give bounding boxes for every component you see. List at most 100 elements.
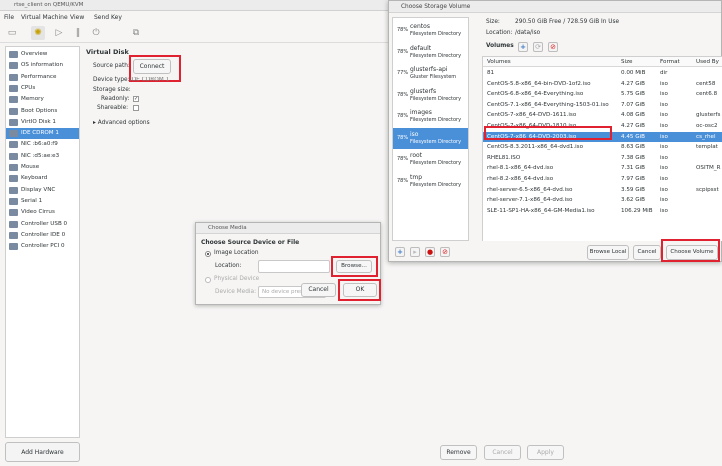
table-row[interactable]: CentOS-7-x86_64-DVD-1611.iso 4.08 GiB iso g… bbox=[483, 110, 722, 121]
storage-pool-list: 78% centos Filesystem Directory 78% default F… bbox=[392, 17, 469, 241]
storage-pool-item[interactable]: 78% centos Filesystem Directory bbox=[393, 20, 468, 42]
pool-type: Filesystem Directory bbox=[410, 117, 462, 123]
pool-usage: 77% bbox=[397, 70, 409, 76]
add-volume-icon[interactable]: + bbox=[518, 42, 528, 52]
pause-icon[interactable]: ‖ bbox=[71, 26, 85, 40]
fullscreen-icon[interactable]: ⧉ bbox=[129, 26, 143, 40]
sidebar-item-label: Display VNC bbox=[21, 186, 56, 193]
column-format[interactable]: Format bbox=[660, 57, 680, 67]
remove-button[interactable]: Remove bbox=[440, 445, 477, 460]
power-icon[interactable]: ⏻ bbox=[89, 26, 103, 40]
table-cell: rhel-8.2-x86_64-dvd.iso bbox=[487, 176, 554, 182]
storage-pool-item[interactable]: 78% default Filesystem Directory bbox=[393, 42, 468, 64]
table-cell: 5.75 GiB bbox=[621, 91, 645, 98]
sidebar-item[interactable]: Overview bbox=[6, 49, 79, 60]
lightbulb-icon[interactable]: ✺ bbox=[31, 26, 45, 40]
table-cell: iso bbox=[660, 91, 668, 98]
sidebar-item[interactable]: Display VNC bbox=[6, 185, 79, 196]
table-row[interactable]: rhel-8.2-x86_64-dvd.iso 7.97 GiB iso bbox=[483, 174, 722, 185]
table-cell: rhel-server-6.5-x86_64-dvd.iso bbox=[487, 186, 573, 193]
image-location-radio[interactable] bbox=[205, 251, 211, 257]
menu-file[interactable]: File bbox=[4, 14, 14, 21]
storage-pool-item[interactable]: 78% glusterfs Filesystem Directory bbox=[393, 85, 468, 107]
sidebar-item[interactable]: NIC :b6:a0:f9 bbox=[6, 139, 79, 150]
sidebar-item[interactable]: Performance bbox=[6, 72, 79, 83]
location-input[interactable] bbox=[258, 260, 330, 273]
shareable-checkbox[interactable] bbox=[133, 105, 139, 111]
storage-pool-item[interactable]: 78% iso Filesystem Directory bbox=[393, 127, 468, 149]
table-row[interactable]: CentOS-7.1-x86_64-Everything-1503-01.iso… bbox=[483, 100, 722, 111]
table-row[interactable]: CentOS-6.8-x86_64-Everything.iso 5.75 GiB… bbox=[483, 89, 722, 100]
location-label: Location: bbox=[215, 263, 242, 269]
sidebar-item[interactable]: NIC :d5:ae:e3 bbox=[6, 151, 79, 162]
table-row[interactable]: CentOS-5.8-x86_64-bin-DVD-1of2.iso 4.27 G… bbox=[483, 79, 722, 90]
delete-volume-icon[interactable]: ⊘ bbox=[548, 42, 558, 52]
media-cancel-button[interactable]: Cancel bbox=[301, 283, 336, 297]
storage-cancel-button[interactable]: Cancel bbox=[633, 245, 661, 260]
readonly-checkbox[interactable]: ✓ bbox=[133, 96, 139, 102]
sidebar-item[interactable]: CPUs bbox=[6, 83, 79, 94]
device-icon bbox=[9, 107, 18, 115]
storage-pool-item[interactable]: 78% images Filesystem Directory bbox=[393, 106, 468, 128]
delete-pool-icon[interactable]: ⊘ bbox=[440, 247, 450, 257]
column-used-by[interactable]: Used By bbox=[696, 57, 719, 67]
menu-virtual-machine[interactable]: Virtual Machine bbox=[21, 14, 68, 21]
advanced-options-label: Advanced options bbox=[97, 120, 150, 126]
sidebar-item[interactable]: Controller IDE 0 bbox=[6, 230, 79, 241]
table-row[interactable]: RHEL81.ISO 7.38 GiB iso bbox=[483, 153, 722, 164]
device-icon bbox=[9, 186, 18, 194]
sidebar-item[interactable]: Video Cirrus bbox=[6, 207, 79, 218]
sidebar-item[interactable]: IDE CDROM 1 bbox=[6, 128, 79, 140]
table-cell: glusterfs bbox=[696, 112, 721, 119]
table-cell: scpipsst bbox=[696, 186, 719, 193]
column-volumes[interactable]: Volumes bbox=[487, 57, 511, 67]
physical-device-radio[interactable] bbox=[205, 277, 211, 283]
pool-name: images bbox=[410, 109, 432, 116]
cancel-button[interactable]: Cancel bbox=[484, 445, 521, 460]
sidebar-item[interactable]: Memory bbox=[6, 94, 79, 105]
browse-local-button[interactable]: Browse Local bbox=[587, 245, 629, 260]
sidebar-item-label: Mouse bbox=[21, 164, 40, 170]
apply-button[interactable]: Apply bbox=[527, 445, 564, 460]
table-cell: 4.27 GiB bbox=[621, 80, 645, 87]
storage-pool-item[interactable]: 78% tmp Filesystem Directory bbox=[393, 171, 468, 193]
sidebar-item[interactable]: Keyboard bbox=[6, 173, 79, 184]
pool-name: default bbox=[410, 44, 432, 52]
table-row[interactable]: SLE-11-SP1-HA-x86_64-GM-Media1.iso 106.29… bbox=[483, 206, 722, 217]
start-pool-icon[interactable]: ▸ bbox=[410, 247, 420, 257]
media-dialog-title: Choose Media bbox=[196, 223, 380, 234]
pool-name: glusterfs bbox=[410, 87, 437, 95]
table-row[interactable]: rhel-8.1-x86_64-dvd.iso 7.31 GiB iso OSITM_… bbox=[483, 163, 722, 174]
menu-view[interactable]: View bbox=[70, 14, 84, 21]
storage-pool-item[interactable]: 77% glusterfs-api Gluster Filesystem bbox=[393, 63, 468, 85]
stop-pool-icon[interactable]: ● bbox=[425, 247, 435, 257]
column-size[interactable]: Size bbox=[621, 57, 632, 67]
play-icon[interactable]: ▷ bbox=[52, 26, 66, 40]
table-row[interactable]: rhel-server-7.1-x86_64-dvd.iso 3.62 GiB is… bbox=[483, 195, 722, 206]
table-cell: CentOS-8.3.2011-x86_64-dvd1.iso bbox=[487, 144, 583, 151]
monitor-icon[interactable]: ▭ bbox=[5, 26, 19, 40]
table-row[interactable]: rhel-server-6.5-x86_64-dvd.iso 3.59 GiB is… bbox=[483, 185, 722, 196]
sidebar-item[interactable]: Serial 1 bbox=[6, 196, 79, 207]
sidebar-item[interactable]: VirtIO Disk 1 bbox=[6, 117, 79, 128]
sidebar-item[interactable]: Controller USB 0 bbox=[6, 219, 79, 230]
advanced-options-expander[interactable]: ▸ Advanced options bbox=[93, 120, 150, 126]
sidebar-item[interactable]: Boot Options bbox=[6, 106, 79, 117]
sidebar-item-label: Controller PCI 0 bbox=[21, 243, 65, 250]
image-location-label: Image Location bbox=[214, 250, 259, 256]
refresh-icon[interactable]: ⟳ bbox=[533, 42, 543, 52]
hardware-sidebar: Overview OS information Performance CPUs Mem… bbox=[5, 46, 80, 438]
storage-pool-item[interactable]: 78% root Filesystem Directory bbox=[393, 149, 468, 171]
table-row[interactable]: CentOS-8.3.2011-x86_64-dvd1.iso 8.63 GiB i… bbox=[483, 142, 722, 153]
highlight-box bbox=[338, 279, 381, 301]
size-value: 290.50 GiB Free / 728.59 GiB In Use bbox=[515, 19, 620, 25]
add-hardware-button[interactable]: Add Hardware bbox=[5, 442, 80, 462]
sidebar-item[interactable]: Controller PCI 0 bbox=[6, 241, 79, 252]
device-icon bbox=[9, 62, 18, 70]
table-row[interactable]: 81 0.00 MiB dir bbox=[483, 68, 722, 79]
add-pool-icon[interactable]: + bbox=[395, 247, 405, 257]
source-path-label: Source path: bbox=[93, 63, 130, 69]
sidebar-item[interactable]: OS information bbox=[6, 60, 79, 71]
menu-send-key[interactable]: Send Key bbox=[94, 14, 122, 21]
sidebar-item[interactable]: Mouse bbox=[6, 162, 79, 173]
